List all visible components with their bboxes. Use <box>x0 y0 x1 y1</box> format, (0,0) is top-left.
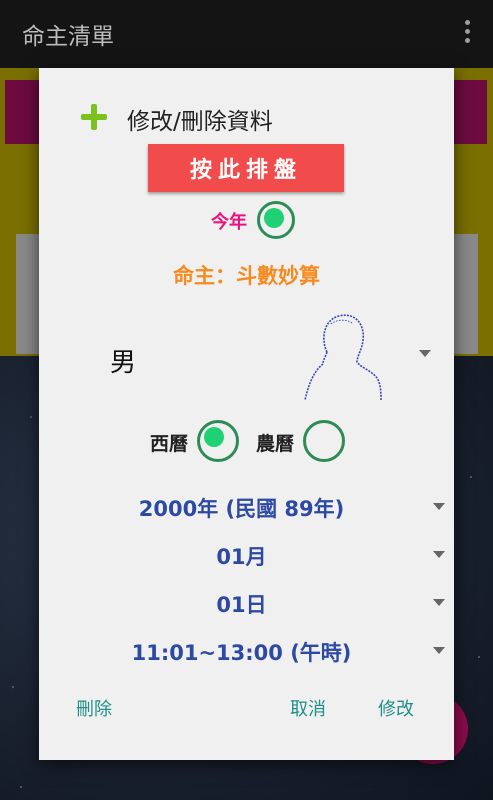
more-vert-icon[interactable] <box>465 20 471 44</box>
lunar-calendar-radio[interactable] <box>303 420 345 462</box>
this-year-radio[interactable] <box>257 201 295 239</box>
month-select[interactable]: 01月 <box>39 541 444 571</box>
app-bar: 命主清單 <box>0 0 493 68</box>
owner-name: 命主：斗數妙算 <box>173 264 320 288</box>
western-calendar-label: 西曆 <box>150 433 189 455</box>
gender-value[interactable]: 男 <box>110 342 136 379</box>
western-calendar-radio[interactable] <box>197 420 239 462</box>
year-dropdown-arrow-icon[interactable] <box>433 503 445 510</box>
app-title: 命主清單 <box>22 24 114 50</box>
month-dropdown-arrow-icon[interactable] <box>433 551 445 558</box>
cancel-button[interactable]: 取消 <box>290 695 326 721</box>
lunar-calendar-label: 農曆 <box>256 433 295 455</box>
gender-dropdown-arrow-icon[interactable] <box>419 350 431 357</box>
time-dropdown-arrow-icon[interactable] <box>433 647 445 654</box>
day-select[interactable]: 01日 <box>39 589 444 619</box>
this-year-label: 今年 <box>211 212 247 233</box>
background-cell <box>16 234 40 354</box>
year-select[interactable]: 2000年 (民國 89年) <box>39 493 444 523</box>
delete-button[interactable]: 刪除 <box>76 695 112 721</box>
modify-button[interactable]: 修改 <box>378 695 414 721</box>
dialog-title: 修改/刪除資料 <box>127 109 273 135</box>
edit-dialog: 修改/刪除資料 按此排盤 今年 命主：斗數妙算 男 西曆 農曆 2000年 (民… <box>39 68 454 760</box>
plus-icon <box>81 104 107 130</box>
time-select[interactable]: 11:01~13:00 (午時) <box>39 637 444 667</box>
chart-button[interactable]: 按此排盤 <box>148 144 344 192</box>
background-cell <box>454 234 478 354</box>
day-dropdown-arrow-icon[interactable] <box>433 599 445 606</box>
person-silhouette-icon <box>304 314 382 400</box>
